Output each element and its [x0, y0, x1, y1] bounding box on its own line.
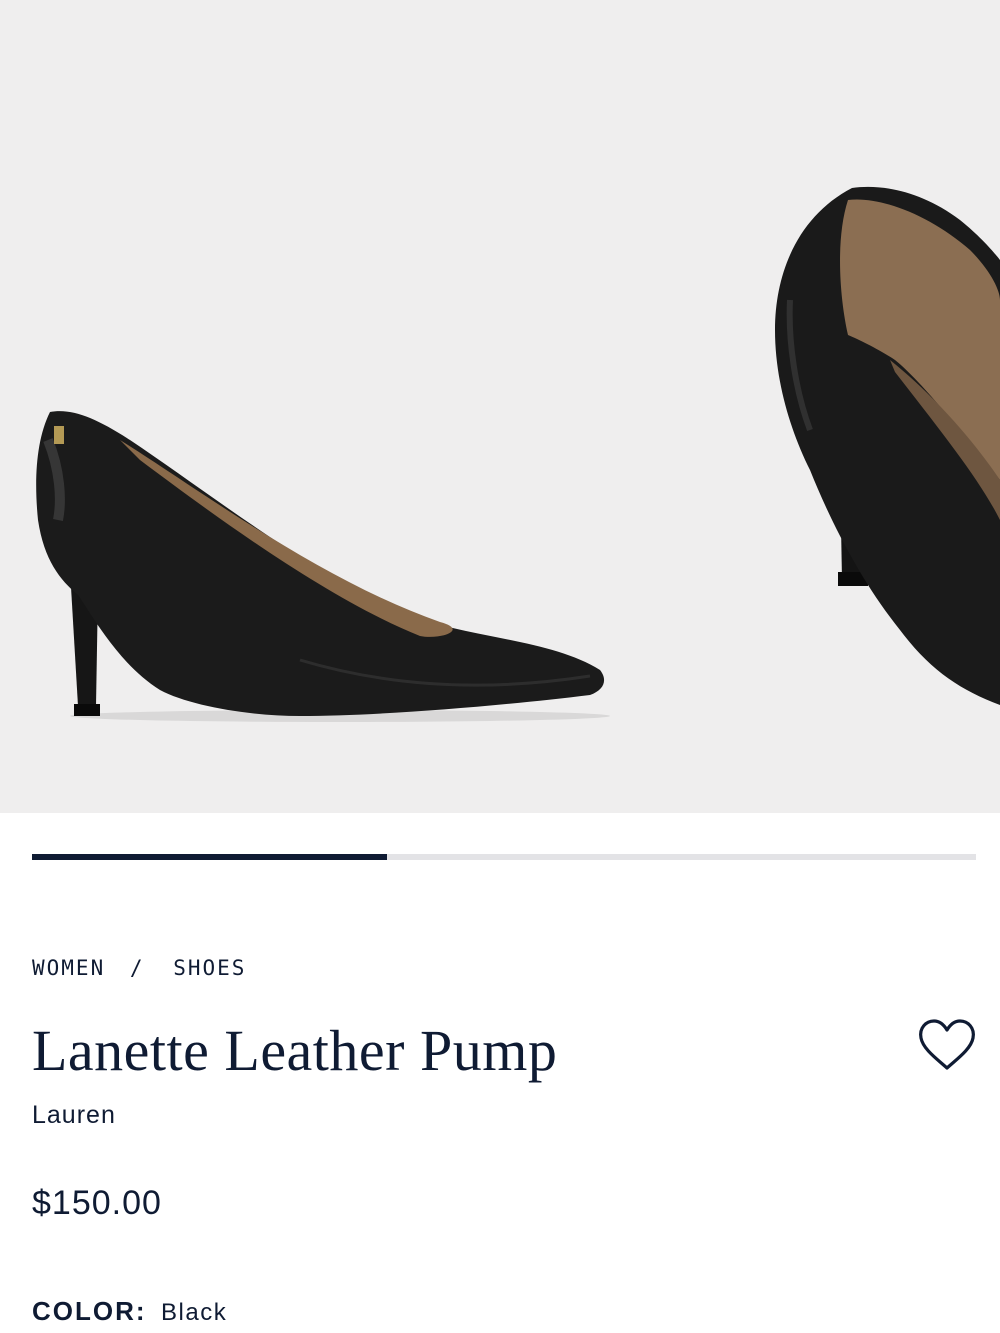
- product-brand[interactable]: Lauren: [32, 1101, 116, 1130]
- breadcrumb-item-shoes[interactable]: SHOES: [173, 956, 246, 980]
- breadcrumb-item-women[interactable]: WOMEN: [32, 956, 105, 980]
- product-image-side-view: [36, 411, 610, 722]
- product-images: [36, 186, 1000, 722]
- gallery-progress-fill: [32, 854, 387, 860]
- breadcrumb-separator: /: [129, 956, 145, 980]
- color-label: COLOR:: [32, 1296, 147, 1326]
- product-title: Lanette Leather Pump: [32, 1018, 558, 1083]
- gallery-progress-bar: [32, 854, 976, 860]
- breadcrumb: WOMEN / SHOES: [32, 956, 246, 980]
- product-price: $150.00: [32, 1184, 162, 1222]
- color-value: Black: [161, 1299, 228, 1326]
- color-selection: COLOR: Black: [32, 1296, 227, 1327]
- product-image-rear-view: [775, 186, 1000, 705]
- add-to-wishlist-button[interactable]: [917, 1016, 977, 1076]
- heart-icon: [919, 1019, 975, 1070]
- product-image-gallery[interactable]: [0, 0, 1000, 813]
